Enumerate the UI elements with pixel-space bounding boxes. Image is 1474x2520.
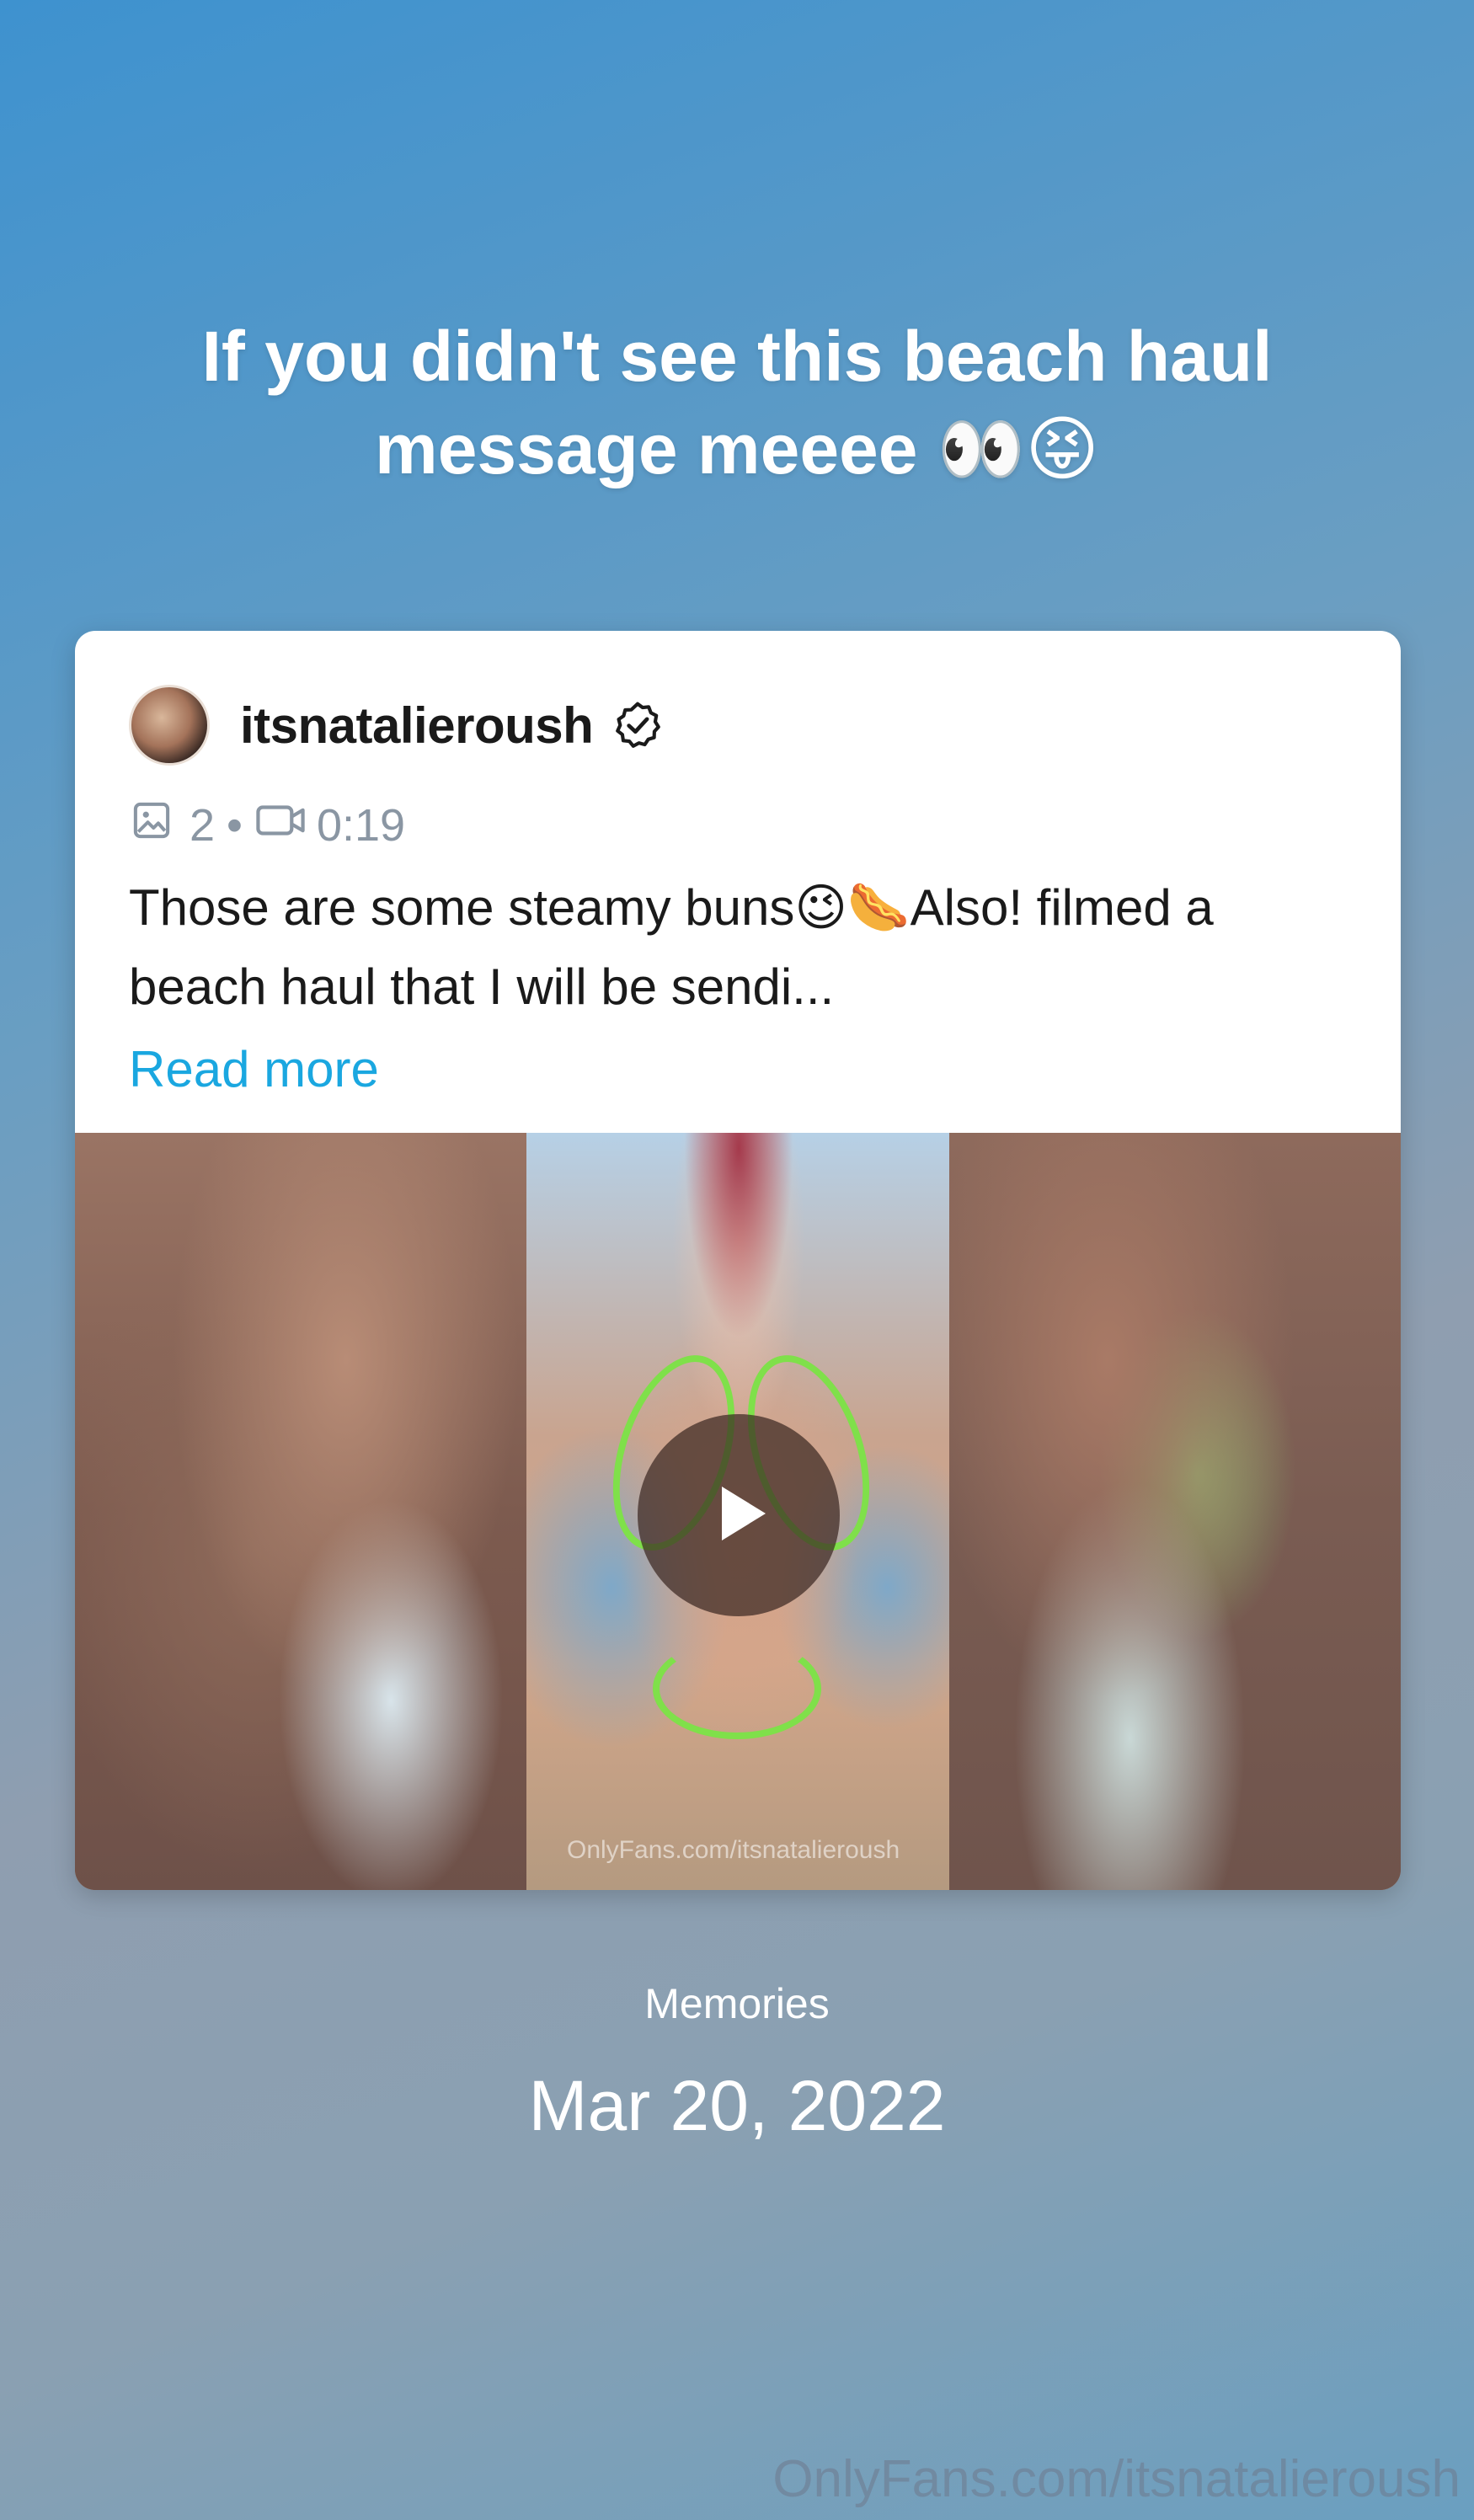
avatar[interactable] bbox=[129, 685, 210, 766]
blurred-preview-left bbox=[75, 1133, 526, 1890]
page-watermark: OnlyFans.com/itsnatalieroush bbox=[772, 2450, 1461, 2508]
video-watermark: OnlyFans.com/itsnatalieroush bbox=[567, 1836, 900, 1864]
username[interactable]: itsnatalieroush bbox=[240, 697, 594, 755]
post-text: Those are some steamy buns😉🌭Also! filmed… bbox=[129, 879, 1214, 1015]
video-duration: 0:19 bbox=[316, 800, 406, 851]
image-icon bbox=[129, 798, 174, 854]
meta-separator: • bbox=[227, 800, 243, 851]
play-icon bbox=[698, 1473, 779, 1558]
post-media[interactable]: OnlyFans.com/itsnatalieroush bbox=[75, 1133, 1401, 1890]
post-header: itsnatalieroush bbox=[129, 685, 664, 766]
memories-date: Mar 20, 2022 bbox=[528, 2066, 946, 2145]
video-camera-icon bbox=[254, 798, 307, 854]
verified-badge-icon bbox=[611, 699, 664, 751]
post-card[interactable]: itsnatalieroush 2 • 0:19 Those are some bbox=[75, 631, 1401, 1890]
media-meta: 2 • 0:19 bbox=[129, 796, 405, 855]
memories-label: Memories bbox=[644, 1980, 830, 2027]
story-caption: If you didn't see this beach haul messag… bbox=[201, 317, 1273, 489]
story-screen: { "story": { "caption": "If you didn't s… bbox=[0, 0, 1474, 2520]
blurred-preview-right bbox=[949, 1133, 1401, 1890]
thumbnail-detail bbox=[653, 1638, 821, 1739]
media-count: 2 bbox=[190, 800, 216, 851]
read-more-link[interactable]: Read more bbox=[129, 1030, 379, 1109]
play-button[interactable] bbox=[638, 1414, 840, 1616]
